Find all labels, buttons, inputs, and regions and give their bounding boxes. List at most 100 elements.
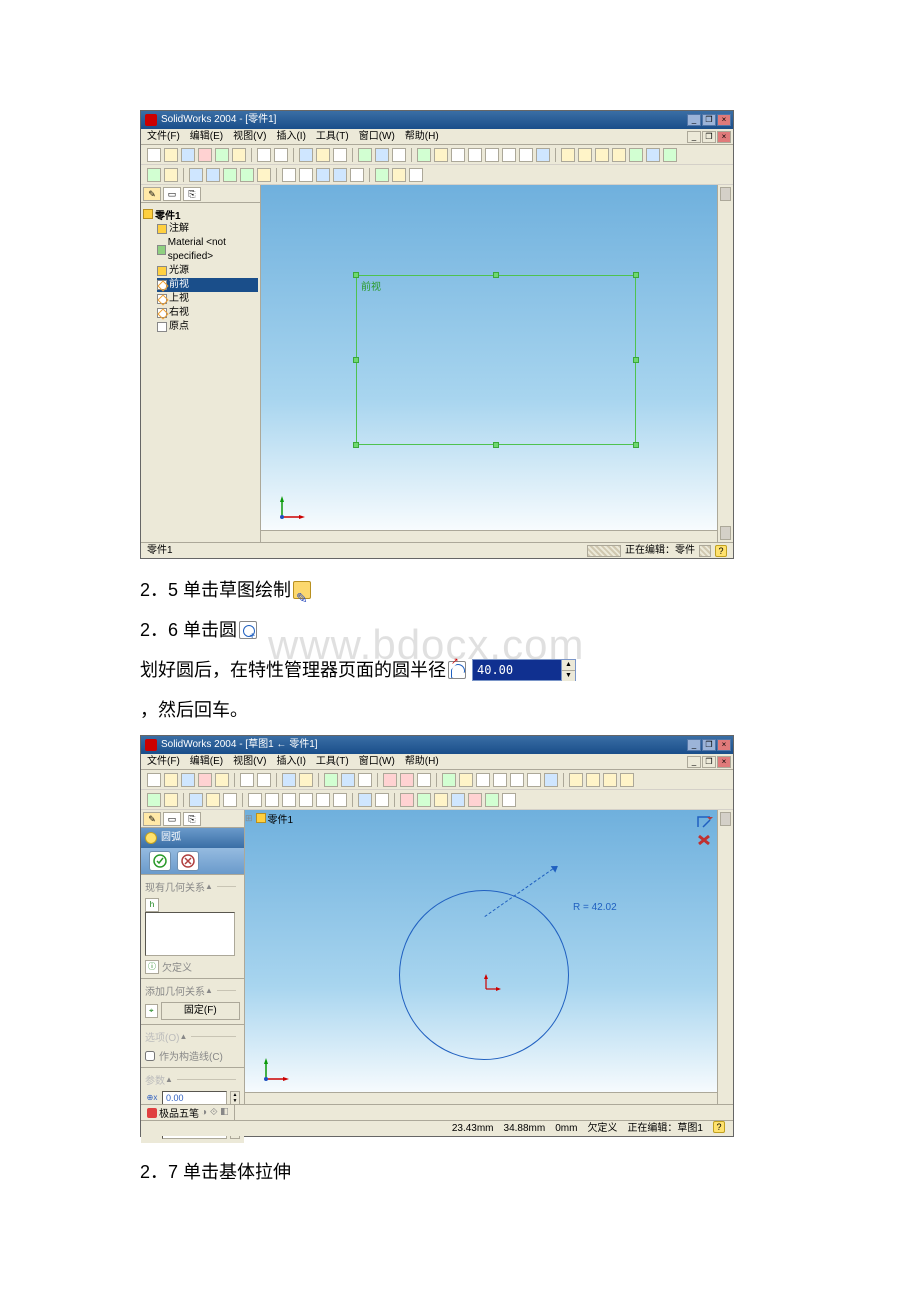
scrollbar-button[interactable] <box>720 812 731 826</box>
select-icon[interactable] <box>147 793 161 807</box>
construction-checkbox[interactable]: 作为构造线(C) <box>145 1048 240 1063</box>
spinner-control[interactable]: ▲▼ <box>230 1091 240 1105</box>
reference-icon[interactable] <box>392 168 406 182</box>
save-icon[interactable] <box>181 773 195 787</box>
tree-item-material[interactable]: Material <not specified> <box>157 236 258 264</box>
shadow-icon[interactable] <box>536 148 550 162</box>
property-tab[interactable]: ▭ <box>163 187 181 201</box>
wireframe-icon[interactable] <box>569 773 583 787</box>
new-icon[interactable] <box>147 148 161 162</box>
circular-pattern-icon[interactable] <box>333 168 347 182</box>
rotate-icon[interactable] <box>502 148 516 162</box>
handle-icon[interactable] <box>353 272 359 278</box>
handle-icon[interactable] <box>353 357 359 363</box>
grid-icon[interactable] <box>324 773 338 787</box>
view-icon[interactable] <box>417 148 431 162</box>
sketch-icon[interactable] <box>299 773 313 787</box>
open-icon[interactable] <box>164 148 178 162</box>
minimize-button[interactable]: _ <box>687 114 701 126</box>
zoom-out-icon[interactable] <box>485 148 499 162</box>
rotate-icon[interactable] <box>527 773 541 787</box>
circle-tool-icon[interactable] <box>282 793 296 807</box>
line-icon[interactable] <box>164 793 178 807</box>
help-icon[interactable] <box>358 773 372 787</box>
tree-root[interactable]: 零件1 <box>143 207 258 222</box>
zoom-fit-icon[interactable] <box>451 148 465 162</box>
menu-tools[interactable]: 工具(T) <box>316 129 349 144</box>
pm-cancel-button[interactable] <box>177 851 199 871</box>
config-tab[interactable]: ⎘ <box>183 187 201 201</box>
zoom-in-icon[interactable] <box>468 148 482 162</box>
zoom-fit-icon[interactable] <box>476 773 490 787</box>
print-preview-icon[interactable] <box>215 148 229 162</box>
scrollbar-button[interactable] <box>720 526 731 540</box>
draft-icon[interactable] <box>299 168 313 182</box>
fix-icon[interactable] <box>485 793 499 807</box>
menu-help[interactable]: 帮助(H) <box>405 129 439 144</box>
handle-icon[interactable] <box>633 442 639 448</box>
vertical-relation-icon[interactable] <box>417 793 431 807</box>
linear-pattern-icon[interactable] <box>316 168 330 182</box>
hidden-lines-icon[interactable] <box>586 773 600 787</box>
fix-button[interactable]: 固定(F) <box>161 1002 240 1020</box>
rebuild-icon[interactable] <box>282 773 296 787</box>
tree-item-annotation[interactable]: 注解 <box>157 222 258 236</box>
equal-icon[interactable] <box>468 793 482 807</box>
collapse-icon[interactable]: ▲ <box>179 1032 187 1041</box>
wireframe-icon[interactable] <box>561 148 575 162</box>
handle-icon[interactable] <box>353 442 359 448</box>
tree-item-top-plane[interactable]: 上视 <box>157 292 258 306</box>
shaded-edges-icon[interactable] <box>620 773 634 787</box>
handle-icon[interactable] <box>633 272 639 278</box>
arc-icon[interactable] <box>299 793 313 807</box>
view-icon[interactable] <box>442 773 456 787</box>
line-tool-icon[interactable] <box>248 793 262 807</box>
feature-tree-tab[interactable]: ✎ <box>143 187 161 201</box>
menu-insert[interactable]: 插入(I) <box>276 754 305 769</box>
snap-icon[interactable] <box>341 773 355 787</box>
pm-ok-button[interactable] <box>149 851 171 871</box>
param-cx-value[interactable]: 0.00 <box>162 1091 227 1105</box>
close-button[interactable]: × <box>717 739 731 751</box>
tree-item-origin[interactable]: 原点 <box>157 320 258 334</box>
handle-icon[interactable] <box>633 357 639 363</box>
vertical-scrollbar[interactable] <box>717 185 733 542</box>
perspective-icon[interactable] <box>663 148 677 162</box>
handle-icon[interactable] <box>493 442 499 448</box>
flyout-part-label[interactable]: 零件1 <box>268 811 294 826</box>
revolve-icon[interactable] <box>164 168 178 182</box>
help-icon[interactable]: ? <box>715 545 727 557</box>
rectangle-icon[interactable] <box>265 793 279 807</box>
pan-icon[interactable] <box>544 773 558 787</box>
zoom-icon[interactable] <box>434 148 448 162</box>
radius-input[interactable] <box>473 660 561 680</box>
redo-icon[interactable] <box>274 148 288 162</box>
cut-icon[interactable] <box>215 773 229 787</box>
tree-item-front-plane[interactable]: 前视 <box>157 278 258 292</box>
mdi-restore-button[interactable]: ❐ <box>702 131 716 143</box>
ime-tab[interactable]: 极品五笔◑ ⟐ ◧ <box>141 1105 235 1120</box>
feature-tree-tab[interactable]: ✎ <box>143 812 161 826</box>
sketch-icon[interactable] <box>316 148 330 162</box>
zoom-icon[interactable] <box>459 773 473 787</box>
menu-view[interactable]: 视图(V) <box>233 129 266 144</box>
close-button[interactable]: × <box>717 114 731 126</box>
maximize-button[interactable]: ❐ <box>702 739 716 751</box>
trim-icon[interactable] <box>358 793 372 807</box>
selected-plane-outline[interactable]: 前视 <box>356 275 636 445</box>
rebuild-icon[interactable] <box>299 148 313 162</box>
realview-icon[interactable] <box>646 148 660 162</box>
shaded-icon[interactable] <box>603 773 617 787</box>
hidden-lines-icon[interactable] <box>578 148 592 162</box>
scrollbar-button[interactable] <box>720 187 731 201</box>
loft-icon[interactable] <box>189 168 203 182</box>
help-icon[interactable] <box>392 148 406 162</box>
cut-icon[interactable] <box>232 148 246 162</box>
shaded-edges-icon[interactable] <box>612 148 626 162</box>
viewport-2[interactable]: ⊞ 零件1 R = 42.02 <box>245 810 717 1104</box>
extrude-icon[interactable] <box>147 168 161 182</box>
collapse-icon[interactable]: ▲ <box>205 882 213 891</box>
chamfer-icon[interactable] <box>240 168 254 182</box>
mdi-minimize-button[interactable]: _ <box>687 756 701 768</box>
horizontal-relation-icon[interactable] <box>400 793 414 807</box>
